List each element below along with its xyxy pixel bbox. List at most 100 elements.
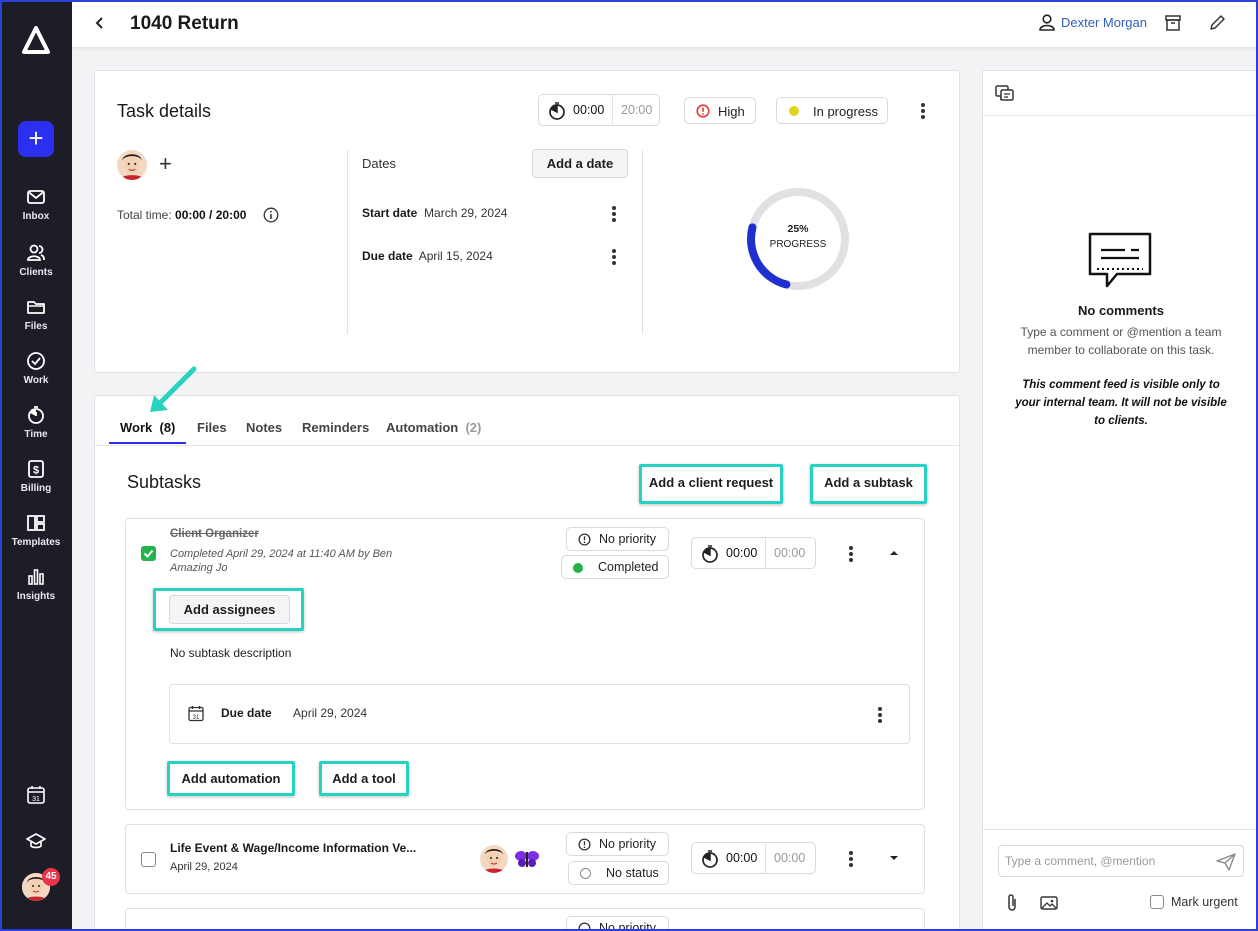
due-date-menu[interactable]	[612, 249, 616, 265]
due-date-value: April 29, 2024	[293, 706, 368, 720]
sidebar-item-billing[interactable]: $ Billing	[0, 459, 72, 494]
stopwatch-icon	[549, 102, 565, 120]
total-time-label: Total time:	[117, 208, 172, 222]
add-subtask-button[interactable]: Add a subtask	[813, 467, 924, 501]
comments-panel: No comments Type a comment or @mention a…	[982, 70, 1258, 931]
subtask-priority-badge[interactable]: No priority	[566, 916, 669, 931]
due-date-row: Due date April 15, 2024	[362, 249, 493, 263]
sidebar-item-templates[interactable]: Templates	[0, 513, 72, 548]
sidebar-item-label: Billing	[20, 483, 52, 494]
status-label: In progress	[813, 104, 879, 119]
tab-files[interactable]: Files	[197, 420, 227, 435]
timer-elapsed: 00:00	[726, 546, 758, 560]
sidebar-item-insights[interactable]: Insights	[0, 567, 72, 602]
mark-urgent-checkbox[interactable]	[1150, 895, 1164, 909]
task-more-menu[interactable]	[921, 103, 925, 119]
back-arrow-icon[interactable]	[92, 14, 108, 32]
image-icon[interactable]	[1040, 895, 1058, 911]
subtask-priority-badge[interactable]: No priority	[566, 832, 669, 856]
subtask-timer[interactable]: 00:00 00:00	[691, 537, 816, 569]
sidebar-item-files[interactable]: Files	[0, 297, 72, 332]
add-assignees-button[interactable]: Add assignees	[169, 595, 290, 624]
mark-urgent-label: Mark urgent	[1171, 895, 1238, 909]
svg-text:$: $	[33, 465, 39, 477]
sidebar-item-work[interactable]: Work	[0, 351, 72, 386]
subtasks-title: Subtasks	[127, 472, 202, 492]
subtask-name[interactable]: Client Organizer	[170, 528, 259, 540]
add-assignee-plus-icon[interactable]: +	[159, 151, 172, 177]
tab-work[interactable]: Work (8)	[120, 420, 175, 435]
tab-automation[interactable]: Automation (2)	[386, 420, 481, 435]
priority-label: High	[718, 104, 745, 119]
assignee-name-link[interactable]: Dexter Morgan	[1061, 15, 1147, 30]
comment-input-placeholder: Type a comment, @mention	[1005, 854, 1156, 868]
alert-circle-icon	[578, 838, 591, 851]
empty-comments-icon	[1088, 232, 1152, 288]
assignee-avatar[interactable]	[480, 845, 508, 873]
calendar-icon: 31	[188, 706, 204, 722]
envelope-icon	[27, 190, 45, 204]
subtask-completed-info: Completed April 29, 2024 at 11:40 AM by …	[170, 548, 393, 560]
edit-pencil-icon[interactable]	[1208, 14, 1226, 32]
comments-visibility-note: This comment feed is visible only to you…	[1015, 379, 1227, 427]
sidebar-item-clients[interactable]: Clients	[0, 243, 72, 278]
timer-budget: 20:00	[621, 103, 653, 117]
chevron-down-icon[interactable]	[889, 854, 899, 862]
progress-arc	[747, 223, 791, 289]
subtask-more-menu[interactable]	[849, 851, 853, 867]
user-icon[interactable]	[1038, 13, 1056, 31]
sidebar-item-time[interactable]: Time	[0, 405, 72, 440]
subtask-status-badge[interactable]: Completed	[561, 555, 669, 579]
subtask-more-menu[interactable]	[849, 546, 853, 562]
chevron-up-icon[interactable]	[889, 549, 899, 557]
subtask-priority-badge[interactable]: No priority	[566, 527, 669, 551]
status-badge[interactable]: In progress	[776, 97, 888, 124]
subtask-date: April 29, 2024	[170, 861, 238, 873]
tab-notes[interactable]: Notes	[246, 420, 282, 435]
comments-icon[interactable]	[995, 84, 1015, 104]
checkmark-icon	[143, 549, 154, 558]
sidebar-item-label: Time	[24, 429, 48, 440]
divider	[347, 150, 348, 334]
send-icon[interactable]	[1216, 853, 1236, 871]
add-client-request-button[interactable]: Add a client request	[642, 467, 780, 501]
archive-icon[interactable]	[1164, 14, 1182, 32]
subtask-timer[interactable]: 00:00 00:00	[691, 842, 816, 874]
graduation-cap-icon[interactable]	[26, 831, 46, 851]
priority-badge[interactable]: High	[684, 97, 756, 124]
sidebar-item-inbox[interactable]: Inbox	[0, 187, 72, 222]
paperclip-icon[interactable]	[1005, 893, 1019, 913]
add-tool-button[interactable]: Add a tool	[322, 764, 406, 793]
sidebar-item-label: Clients	[19, 267, 53, 278]
add-date-button[interactable]: Add a date	[532, 149, 628, 178]
subtask-description: No subtask description	[170, 646, 292, 660]
comment-input[interactable]: Type a comment, @mention	[998, 845, 1244, 877]
app-logo-icon[interactable]	[22, 26, 50, 54]
people-icon	[27, 244, 45, 261]
subtask-name[interactable]: Life Event & Wage/Income Information Ve.…	[170, 841, 416, 855]
start-date-menu[interactable]	[612, 206, 616, 222]
due-date-menu[interactable]	[878, 707, 882, 723]
subtask-priority-label: No priority	[599, 837, 656, 851]
subtask-status-badge[interactable]: No status	[568, 861, 669, 885]
subtask-checkbox-checked[interactable]	[141, 546, 156, 561]
svg-text:31: 31	[32, 796, 40, 803]
task-details-card: Task details 00:00 20:00 High In progres…	[94, 70, 960, 373]
timer-elapsed: 00:00	[573, 103, 605, 117]
assignee-avatar[interactable]	[117, 150, 147, 180]
info-icon[interactable]	[263, 207, 279, 223]
add-automation-button[interactable]: Add automation	[170, 764, 292, 793]
create-new-button[interactable]: +	[18, 121, 54, 157]
no-comments-title: No comments	[1078, 303, 1164, 318]
timer-budget: 00:00	[774, 546, 806, 560]
progress-percent: 25%	[787, 223, 809, 235]
svg-text:31: 31	[193, 715, 200, 721]
notification-badge: 45	[42, 868, 60, 886]
status-empty-icon	[580, 868, 591, 879]
timer-elapsed: 00:00	[726, 851, 758, 865]
tab-reminders[interactable]: Reminders	[302, 420, 369, 435]
calendar-icon[interactable]: 31	[26, 785, 46, 805]
subtask-checkbox[interactable]	[141, 852, 156, 867]
task-timer[interactable]: 00:00 20:00	[538, 94, 660, 126]
butterfly-avatar-icon[interactable]	[514, 849, 540, 869]
